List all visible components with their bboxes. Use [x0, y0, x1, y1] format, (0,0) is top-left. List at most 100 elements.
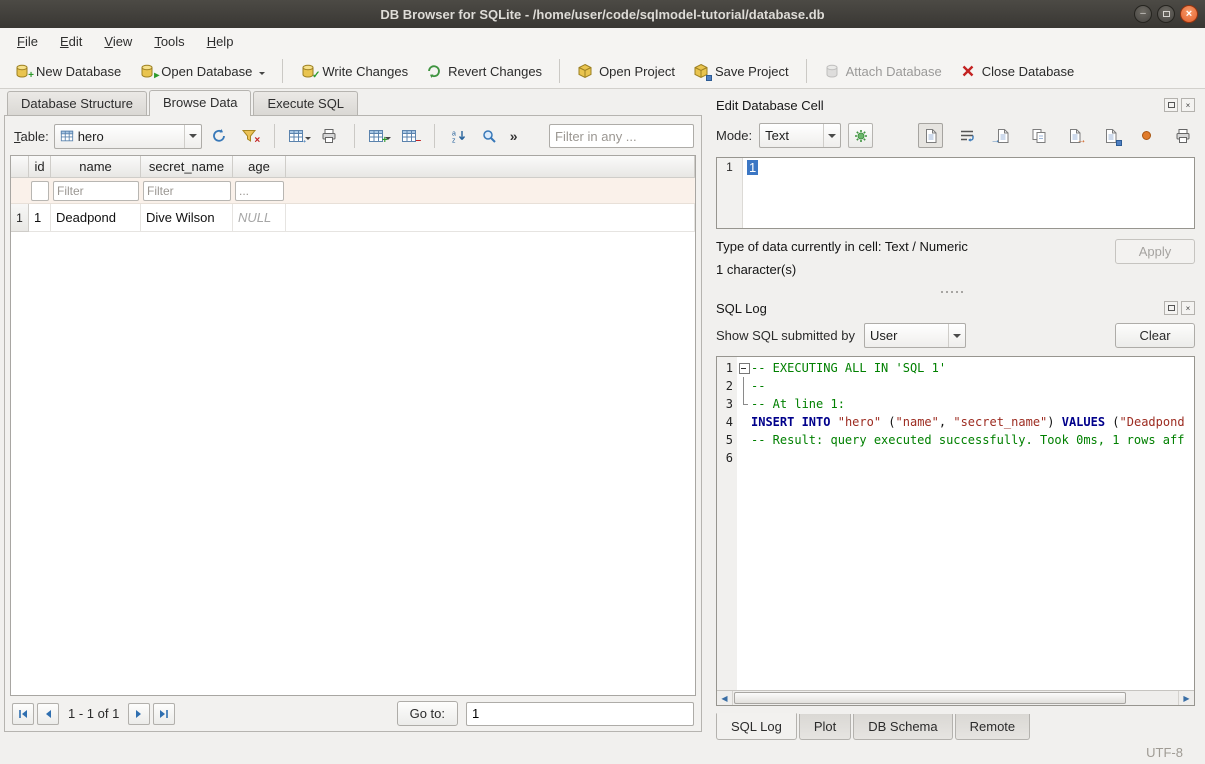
save-text-button[interactable]	[1098, 123, 1123, 148]
last-record-button[interactable]	[153, 703, 175, 725]
data-grid[interactable]: idnamesecret_nameage11DeadpondDive Wilso…	[10, 155, 696, 696]
dock-resize-handle[interactable]	[708, 285, 1195, 298]
copy-button[interactable]	[1026, 123, 1051, 148]
menu-file[interactable]: File	[6, 30, 49, 53]
export-text-button[interactable]: →	[1062, 123, 1087, 148]
column-header-id[interactable]: id	[29, 156, 51, 178]
column-filter-input-1[interactable]	[53, 181, 139, 201]
insert-record-icon: +	[368, 128, 384, 144]
scroll-right-button[interactable]: ▶	[1178, 691, 1194, 705]
print-button[interactable]	[317, 124, 342, 149]
cell-id[interactable]: 1	[29, 204, 51, 232]
float-dock-button[interactable]	[1164, 301, 1178, 315]
menu-view[interactable]: View	[93, 30, 143, 53]
filter-cell-2	[141, 178, 233, 204]
editor-content[interactable]: 1	[743, 158, 1194, 228]
auto-format-button[interactable]	[848, 123, 873, 148]
tab-browse-data[interactable]: Browse Data	[149, 90, 251, 116]
table-selector[interactable]: hero	[54, 124, 202, 149]
close-database-button[interactable]: Close Database	[952, 58, 1083, 84]
cell-editor[interactable]: 1 1	[716, 157, 1195, 229]
print-cell-button[interactable]	[1170, 123, 1195, 148]
word-wrap-button[interactable]	[954, 123, 979, 148]
filter-corner	[11, 178, 29, 204]
dock-tab-sql-log[interactable]: SQL Log	[716, 713, 797, 740]
last-record-icon	[158, 708, 170, 720]
apply-button[interactable]: Apply	[1115, 239, 1195, 264]
title-bar[interactable]: DB Browser for SQLite - /home/user/code/…	[0, 0, 1205, 28]
mode-selector-value: Text	[765, 128, 789, 143]
toolbar-overflow-button[interactable]: »	[507, 128, 521, 144]
goto-button[interactable]: Go to:	[397, 701, 458, 726]
sql-log-view[interactable]: 1-- EXECUTING ALL IN 'SQL 1'2--3-- At li…	[716, 356, 1195, 706]
find-button[interactable]	[477, 124, 502, 149]
scrollbar-thumb[interactable]	[734, 692, 1126, 704]
fold-guide	[737, 377, 751, 395]
toolbar-separator	[274, 124, 275, 148]
sort-button[interactable]	[447, 124, 472, 149]
column-header-age[interactable]: age	[233, 156, 286, 178]
table-selector-value: hero	[78, 129, 104, 144]
delete-record-button[interactable]: –	[397, 124, 422, 149]
log-line-code: -- EXECUTING ALL IN 'SQL 1'	[751, 359, 1194, 377]
encoding-label: UTF-8	[1146, 745, 1183, 760]
filter-cell-1	[51, 178, 141, 204]
minimize-button[interactable]: –	[1134, 5, 1152, 23]
previous-record-button[interactable]	[37, 703, 59, 725]
edit-cell-title: Edit Database Cell	[716, 98, 824, 113]
open-project-button[interactable]: Open Project	[569, 58, 683, 84]
maximize-button[interactable]	[1157, 5, 1175, 23]
tab-database-structure[interactable]: Database Structure	[7, 91, 147, 115]
next-record-button[interactable]	[128, 703, 150, 725]
fold-marker-icon[interactable]	[737, 359, 751, 377]
import-text-button[interactable]: →	[990, 123, 1015, 148]
menu-edit[interactable]: Edit	[49, 30, 93, 53]
cell-size-label: 1 character(s)	[716, 262, 968, 277]
column-header-name[interactable]: name	[51, 156, 141, 178]
text-mode-button[interactable]	[918, 123, 943, 148]
dock-tab-db-schema[interactable]: DB Schema	[853, 714, 952, 740]
clear-filters-button[interactable]: ×	[237, 124, 262, 149]
mode-selector[interactable]: Text	[759, 123, 841, 148]
log-line-code: INSERT INTO "hero" ("name", "secret_name…	[751, 413, 1194, 431]
scrollbar-track[interactable]	[733, 691, 1178, 705]
horizontal-scrollbar[interactable]: ◀ ▶	[717, 690, 1194, 705]
revert-changes-label: Revert Changes	[448, 64, 542, 79]
cell-secret-name[interactable]: Dive Wilson	[141, 204, 233, 232]
scroll-left-button[interactable]: ◀	[717, 691, 733, 705]
set-null-button[interactable]	[1134, 123, 1159, 148]
filter-any-input[interactable]	[549, 124, 694, 148]
dock-tab-plot[interactable]: Plot	[799, 714, 851, 740]
column-filter-input-3[interactable]	[235, 181, 284, 201]
first-record-button[interactable]	[12, 703, 34, 725]
goto-input[interactable]	[466, 702, 694, 726]
open-database-label: Open Database	[161, 64, 252, 79]
clear-log-button[interactable]: Clear	[1115, 323, 1195, 348]
export-table-button[interactable]: →	[287, 124, 312, 149]
save-project-button[interactable]: Save Project	[685, 58, 797, 84]
cell-age[interactable]: NULL	[233, 204, 286, 232]
refresh-button[interactable]	[207, 124, 232, 149]
column-filter-input-0[interactable]	[31, 181, 49, 201]
menu-tools[interactable]: Tools	[143, 30, 195, 53]
row-header[interactable]: 1	[11, 204, 29, 232]
insert-record-button[interactable]: +	[367, 124, 392, 149]
close-dock-button[interactable]: ×	[1181, 98, 1195, 112]
open-database-button[interactable]: ▸ Open Database	[131, 58, 273, 84]
log-line-number: 3	[717, 395, 737, 413]
menu-help[interactable]: Help	[196, 30, 245, 53]
revert-changes-icon	[426, 63, 442, 79]
close-button[interactable]: ×	[1180, 5, 1198, 23]
cell-name[interactable]: Deadpond	[51, 204, 141, 232]
write-changes-button[interactable]: ✓ Write Changes	[292, 58, 416, 84]
tab-execute-sql[interactable]: Execute SQL	[253, 91, 358, 115]
dock-tab-remote[interactable]: Remote	[955, 714, 1031, 740]
column-header-secret-name[interactable]: secret_name	[141, 156, 233, 178]
cell-type-label: Type of data currently in cell: Text / N…	[716, 239, 968, 254]
revert-changes-button[interactable]: Revert Changes	[418, 58, 550, 84]
close-dock-button[interactable]: ×	[1181, 301, 1195, 315]
float-dock-button[interactable]	[1164, 98, 1178, 112]
sql-source-selector[interactable]: User	[864, 323, 966, 348]
column-filter-input-2[interactable]	[143, 181, 231, 201]
new-database-button[interactable]: + New Database	[6, 58, 129, 84]
